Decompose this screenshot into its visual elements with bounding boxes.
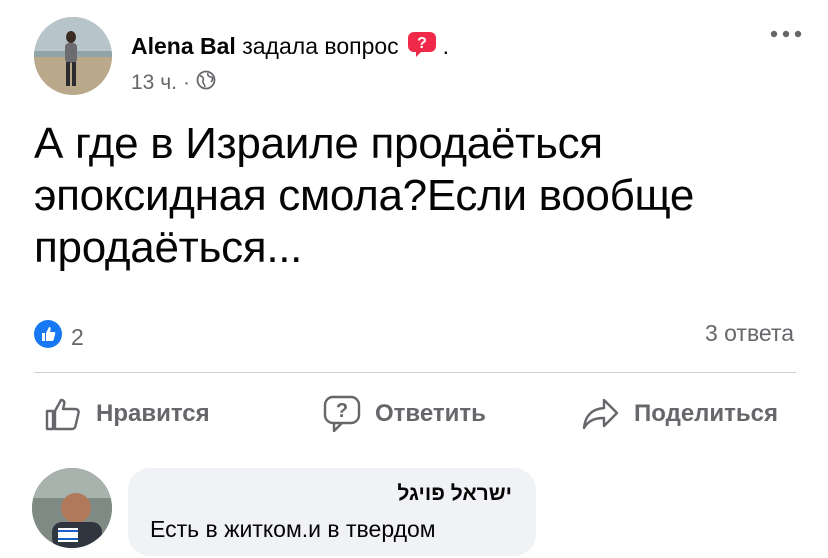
commenter-avatar[interactable] bbox=[32, 468, 112, 548]
answer-label: Ответить bbox=[375, 400, 486, 427]
answers-count[interactable]: 3 ответа bbox=[705, 320, 794, 347]
post-text: А где в Израиле продаёться эпоксидная см… bbox=[34, 119, 695, 272]
question-badge-icon: ? bbox=[407, 31, 437, 63]
question-icon: ? bbox=[323, 395, 361, 433]
post-action-suffix: . bbox=[442, 33, 450, 59]
post-meta: 13 ч. · bbox=[131, 70, 216, 96]
post-timestamp[interactable]: 13 ч. bbox=[131, 71, 177, 95]
more-options-icon[interactable] bbox=[768, 24, 808, 44]
reactions-count: 2 bbox=[71, 323, 84, 350]
share-label: Поделиться bbox=[634, 400, 779, 427]
author-avatar[interactable] bbox=[34, 17, 112, 95]
comment-text: Есть в житком.и в твердом bbox=[150, 516, 436, 542]
post-header: Alena Bal задала вопрос?. bbox=[131, 31, 449, 63]
answer-button[interactable]: ? Ответить bbox=[323, 392, 486, 436]
comment-bubble: ישראל פויגל Есть в житком.и в твердом bbox=[128, 468, 536, 556]
like-label: Нравится bbox=[96, 400, 210, 427]
share-arrow-icon bbox=[582, 398, 619, 430]
divider bbox=[34, 372, 796, 373]
globe-icon bbox=[196, 70, 216, 96]
thumbs-up-icon bbox=[45, 398, 80, 431]
reactions-summary[interactable]: 2 bbox=[33, 319, 84, 355]
author-name[interactable]: Alena Bal bbox=[131, 33, 236, 59]
like-button[interactable]: Нравится bbox=[44, 392, 210, 436]
like-reaction-icon bbox=[33, 319, 63, 355]
meta-separator: · bbox=[182, 71, 190, 94]
post-action-text: задала вопрос bbox=[242, 33, 399, 59]
commenter-name[interactable]: ישראל פויגל bbox=[397, 482, 512, 506]
svg-text:?: ? bbox=[336, 400, 348, 422]
svg-text:?: ? bbox=[417, 35, 427, 52]
share-button[interactable]: Поделиться bbox=[582, 392, 778, 436]
